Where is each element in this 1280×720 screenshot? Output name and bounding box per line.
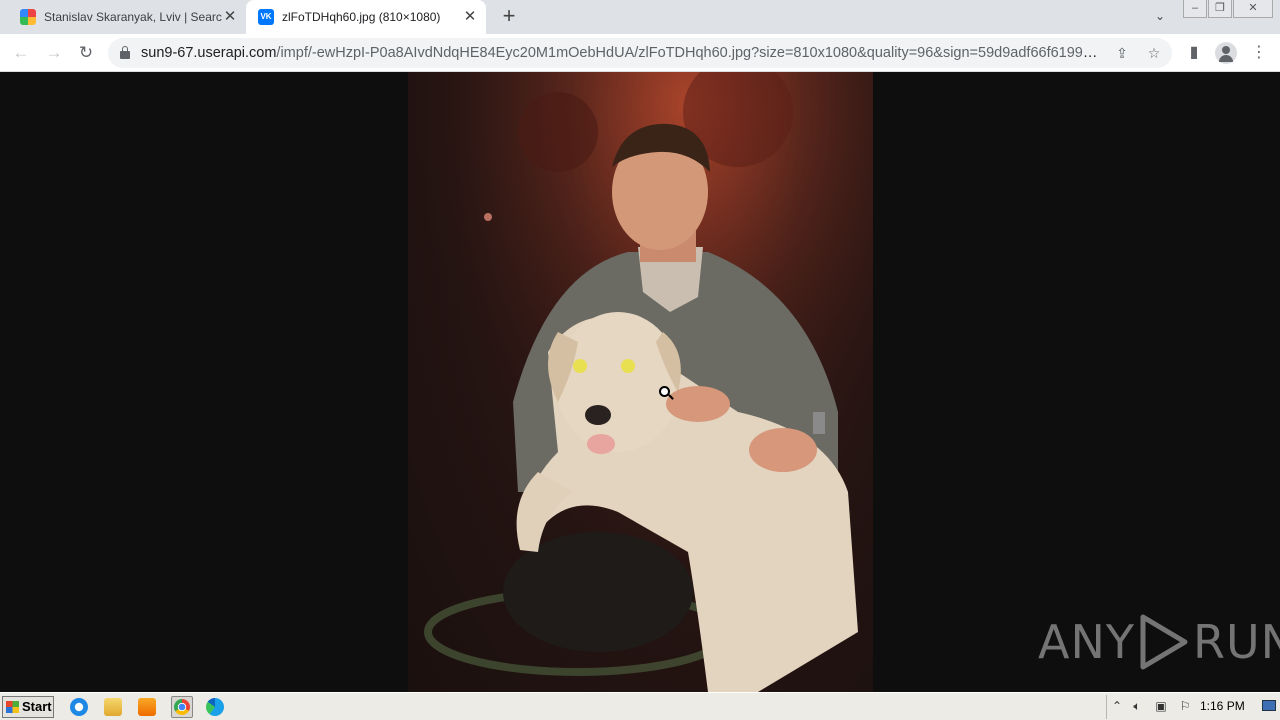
- close-tab-icon[interactable]: ✕: [462, 9, 478, 25]
- system-tray: ⌃ 🔈︎ ▣ ⚐: [1106, 695, 1280, 719]
- media-player-icon[interactable]: [138, 698, 156, 716]
- anyrun-watermark: ANY RUN: [1038, 612, 1280, 672]
- url-text[interactable]: sun9-67.userapi.com/impf/-ewHzpI-P0a8AIv…: [141, 45, 1101, 61]
- clock[interactable]: 1:16 PM: [1200, 699, 1245, 713]
- reload-button[interactable]: ↻: [75, 42, 97, 64]
- url-path: /impf/-ewHzpI-P0a8AIvdNdqHE84Eyc20M1mOeb…: [276, 45, 1101, 61]
- watermark-text-right: RUN: [1192, 615, 1280, 669]
- tab-title: zlFoTDHqh60.jpg (810×1080): [282, 10, 441, 24]
- back-button[interactable]: ←: [10, 42, 32, 64]
- edge-icon[interactable]: [206, 698, 224, 716]
- tab-title: Stanislav Skaranyak, Lviv | Search Ir: [44, 10, 222, 24]
- vk-favicon-icon: VK: [258, 9, 274, 25]
- zoom-in-icon: [659, 386, 674, 400]
- menu-kebab-icon[interactable]: ⋮: [1248, 42, 1270, 64]
- internet-explorer-icon[interactable]: [70, 698, 88, 716]
- restore-window-button[interactable]: ❐: [1208, 0, 1232, 18]
- share-icon[interactable]: ⇪: [1113, 44, 1131, 62]
- start-label: Start: [22, 699, 52, 714]
- url-host: sun9-67.userapi.com: [141, 45, 277, 61]
- tab-search[interactable]: Stanislav Skaranyak, Lviv | Search Ir ✕: [8, 0, 246, 34]
- browser-toolbar: ← → ↻ sun9-67.userapi.com/impf/-ewHzpI-P…: [0, 34, 1280, 72]
- minimize-window-button[interactable]: –: [1183, 0, 1207, 18]
- bookmark-star-icon[interactable]: ☆: [1145, 44, 1163, 62]
- windows-logo-icon: [6, 701, 19, 713]
- chrome-icon[interactable]: [171, 696, 193, 718]
- new-tab-button[interactable]: +: [498, 5, 520, 28]
- profile-avatar-icon[interactable]: [1215, 42, 1237, 64]
- volume-icon[interactable]: 🔈︎: [1129, 698, 1145, 714]
- close-tab-icon[interactable]: ✕: [222, 9, 238, 25]
- show-desktop-icon[interactable]: [1262, 700, 1276, 711]
- photo-illustration: [408, 72, 873, 692]
- tab-search-dropdown-icon[interactable]: ⌄: [1152, 9, 1168, 25]
- folder-icon[interactable]: [104, 698, 122, 716]
- lock-icon[interactable]: [120, 46, 130, 59]
- viewed-photo[interactable]: [408, 72, 873, 692]
- side-panel-icon[interactable]: ▮: [1183, 42, 1205, 64]
- image-viewer: ANY RUN: [0, 72, 1280, 692]
- tab-strip: Stanislav Skaranyak, Lviv | Search Ir ✕ …: [0, 0, 1280, 34]
- tab-image[interactable]: VK zlFoTDHqh60.jpg (810×1080) ✕: [246, 0, 486, 34]
- play-logo-icon: [1140, 614, 1188, 670]
- action-center-flag-icon[interactable]: ⚐: [1177, 698, 1193, 714]
- watermark-text-left: ANY: [1038, 615, 1135, 669]
- forward-button[interactable]: →: [43, 42, 65, 64]
- address-bar[interactable]: sun9-67.userapi.com/impf/-ewHzpI-P0a8AIv…: [108, 38, 1172, 68]
- tray-expand-icon[interactable]: ⌃: [1109, 698, 1125, 714]
- search-engine-favicon-icon: [20, 9, 36, 25]
- start-button[interactable]: Start: [2, 696, 54, 718]
- network-icon[interactable]: ▣: [1153, 698, 1169, 714]
- taskbar: Start ⌃ 🔈︎ ▣ ⚐ 1:16 PM: [0, 692, 1280, 720]
- close-window-button[interactable]: ✕: [1233, 0, 1273, 18]
